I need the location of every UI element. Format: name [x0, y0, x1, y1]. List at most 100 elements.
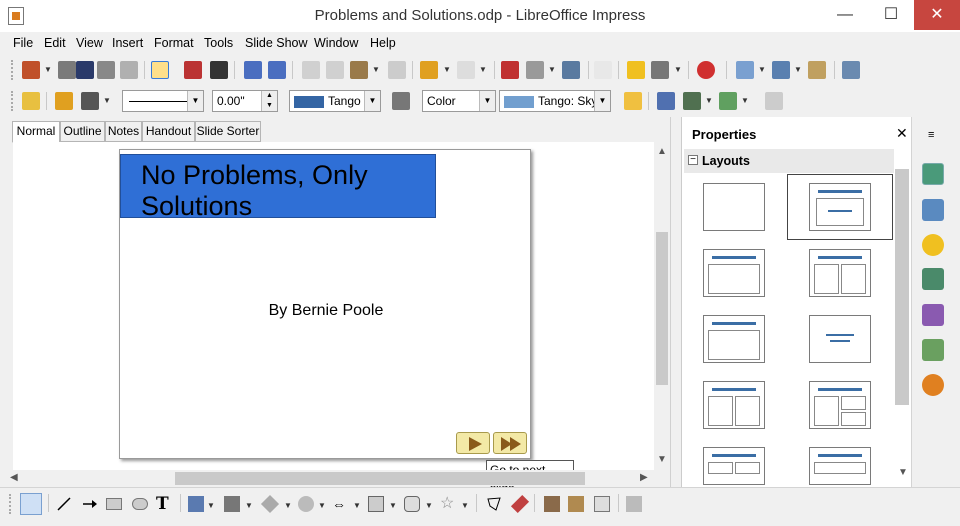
vertical-scrollbar[interactable]: ▲ ▼ — [654, 142, 670, 470]
sidebar-menu-icon[interactable]: ≡ — [928, 129, 934, 141]
insert-image-icon[interactable] — [568, 496, 584, 512]
points-icon[interactable] — [486, 496, 502, 512]
print-icon[interactable] — [210, 61, 228, 79]
toolbar-grip[interactable] — [11, 91, 14, 111]
symbol-shapes-icon[interactable] — [298, 496, 314, 512]
sidebar-splitter[interactable] — [670, 117, 680, 487]
menu-tools[interactable]: Tools — [204, 36, 233, 50]
chevron-up-icon[interactable]: ▲ — [657, 146, 667, 157]
chevron-down-icon[interactable]: ▼ — [479, 91, 495, 111]
chevron-down-icon[interactable]: ▼ — [364, 91, 380, 111]
save-icon[interactable] — [76, 61, 94, 79]
text-tool-icon[interactable]: T — [156, 496, 172, 513]
line-style-select[interactable]: ▼ — [122, 90, 204, 112]
scroll-thumb[interactable] — [175, 472, 585, 485]
chevron-down-icon[interactable]: ▼ — [207, 501, 215, 510]
slide-subtitle[interactable]: By Bernie Poole — [120, 302, 532, 320]
chevron-down-icon[interactable]: ▼ — [705, 96, 713, 105]
layouts-section-header[interactable]: − Layouts — [684, 149, 894, 173]
slide-layout-icon[interactable] — [772, 61, 790, 79]
new-document-icon[interactable] — [22, 61, 40, 79]
chevron-down-icon[interactable]: ▼ — [548, 65, 556, 74]
chart-icon[interactable] — [501, 61, 519, 79]
copy-icon[interactable] — [326, 61, 344, 79]
menu-edit[interactable]: Edit — [44, 36, 66, 50]
toolbar-grip[interactable] — [11, 60, 14, 80]
properties-scrollbar[interactable]: ▼ — [894, 165, 910, 485]
layout-stacked-content[interactable] — [809, 447, 871, 485]
shadow-icon[interactable] — [624, 92, 642, 110]
layout-two-content-title[interactable] — [703, 381, 765, 429]
line-width-field[interactable]: 0.00" ▲ ▼ — [212, 90, 278, 112]
basic-shapes-icon[interactable] — [260, 494, 280, 514]
area-style-select[interactable]: Color ▼ — [422, 90, 496, 112]
chevron-down-icon[interactable]: ▼ — [794, 65, 802, 74]
chevron-down-icon[interactable]: ▼ — [318, 501, 326, 510]
chevron-down-icon[interactable]: ▼ — [594, 91, 610, 111]
chevron-right-icon[interactable]: ▶ — [640, 472, 648, 483]
line-color-select[interactable]: Tango ▼ — [289, 90, 381, 112]
chevron-down-icon[interactable]: ▼ — [758, 65, 766, 74]
navigator-compass-icon[interactable] — [922, 374, 944, 396]
slide-design-icon[interactable] — [808, 61, 826, 79]
styles-icon[interactable] — [22, 92, 40, 110]
rectangle-icon[interactable] — [106, 498, 122, 510]
spin-icon[interactable]: ▲ ▼ — [261, 91, 277, 111]
layout-content-two-stacked[interactable] — [809, 381, 871, 429]
email-icon[interactable] — [120, 61, 138, 79]
layout-title-content-2[interactable] — [703, 249, 765, 297]
open-folder-icon[interactable] — [58, 61, 76, 79]
layout-blank[interactable] — [703, 183, 765, 231]
horizontal-scrollbar[interactable]: ◀ ▶ — [8, 470, 654, 486]
stars-icon[interactable]: ☆ — [440, 496, 456, 512]
extrusion-icon[interactable] — [594, 496, 610, 512]
chevron-down-icon[interactable]: ▼ — [353, 501, 361, 510]
menu-view[interactable]: View — [76, 36, 103, 50]
export-icon[interactable] — [97, 61, 115, 79]
chevron-down-icon[interactable]: ▼ — [741, 96, 749, 105]
chevron-left-icon[interactable]: ◀ — [10, 472, 18, 483]
minimize-button[interactable]: — — [822, 0, 868, 30]
paste-icon[interactable] — [350, 61, 368, 79]
menu-slide-show[interactable]: Slide Show — [245, 36, 308, 50]
chevron-down-icon[interactable]: ▼ — [103, 96, 111, 105]
toggle-3d-icon[interactable] — [626, 496, 642, 512]
ellipse-icon[interactable] — [132, 498, 148, 510]
chevron-down-icon[interactable]: ▼ — [674, 65, 682, 74]
flowchart-icon[interactable] — [368, 496, 384, 512]
group-icon[interactable] — [765, 92, 783, 110]
close-button[interactable]: ✕ — [914, 0, 960, 30]
chevron-down-icon[interactable]: ▼ — [187, 91, 203, 111]
custom-animation-icon[interactable] — [922, 234, 944, 256]
layout-two-content[interactable] — [809, 249, 871, 297]
close-icon[interactable]: ✕ — [896, 125, 908, 142]
styles-formatting-icon[interactable] — [922, 304, 944, 326]
maximize-button[interactable]: ☐ — [868, 0, 914, 30]
menu-file[interactable]: File — [13, 36, 33, 50]
area-color-select[interactable]: Tango: Sky ▼ — [499, 90, 611, 112]
chevron-down-icon[interactable]: ▼ — [389, 501, 397, 510]
properties-icon[interactable] — [922, 163, 944, 185]
chevron-down-icon[interactable]: ▼ — [372, 65, 380, 74]
navigator-icon[interactable] — [627, 61, 645, 79]
zoom-icon[interactable] — [651, 61, 669, 79]
play-button[interactable] — [456, 432, 490, 454]
arrange-icon[interactable] — [719, 92, 737, 110]
help-icon[interactable] — [697, 61, 715, 79]
gallery-icon[interactable] — [922, 339, 944, 361]
layout-title-only[interactable] — [703, 315, 765, 363]
rotate-icon[interactable] — [657, 92, 675, 110]
grid-icon[interactable] — [594, 61, 612, 79]
chevron-down-icon[interactable]: ▼ — [657, 454, 667, 465]
image-icon[interactable] — [562, 61, 580, 79]
block-arrows-icon[interactable]: ⇔ — [332, 496, 348, 512]
chevron-down-icon[interactable]: ▼ — [245, 501, 253, 510]
master-slides-icon[interactable] — [922, 199, 944, 221]
tab-normal[interactable]: Normal — [12, 121, 60, 143]
chevron-down-icon[interactable]: ▼ — [44, 65, 52, 74]
line-icon[interactable] — [55, 92, 73, 110]
chevron-down-icon[interactable]: ▼ — [898, 467, 908, 478]
undo-icon[interactable] — [420, 61, 438, 79]
menu-insert[interactable]: Insert — [112, 36, 143, 50]
connector-icon[interactable] — [224, 496, 240, 512]
